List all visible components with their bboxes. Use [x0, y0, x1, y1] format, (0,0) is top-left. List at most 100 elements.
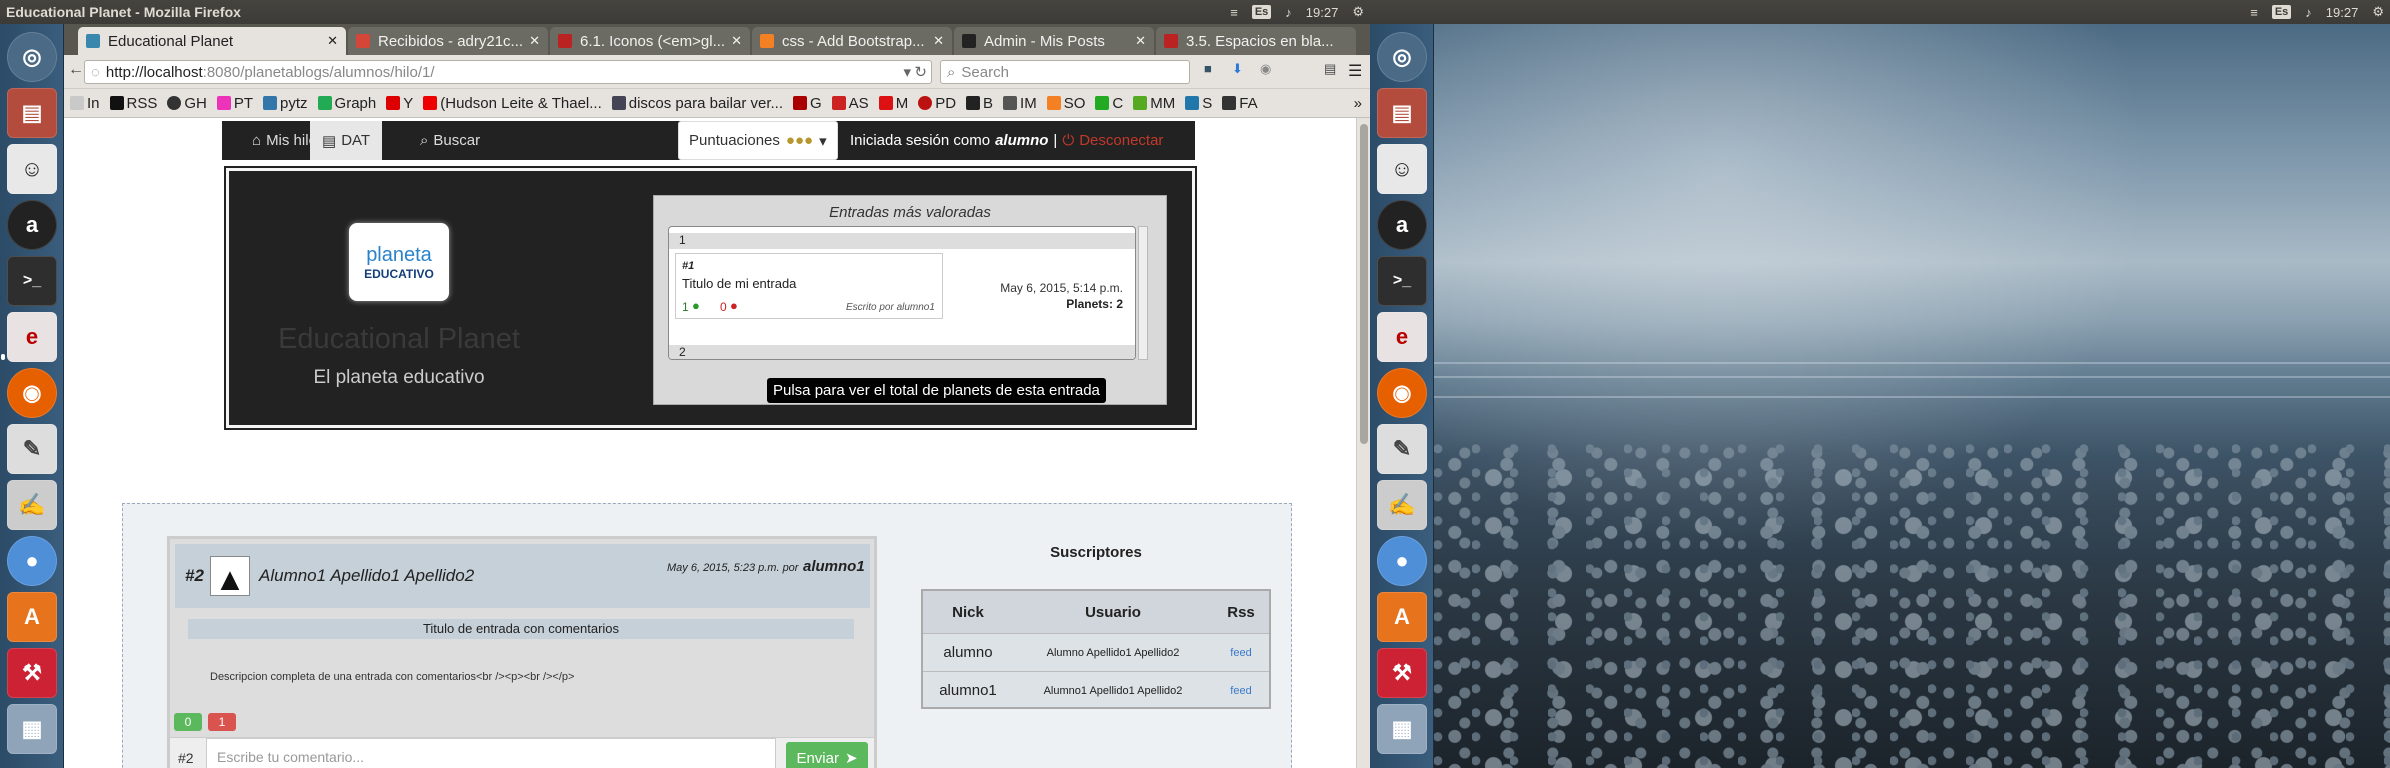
- url-bar[interactable]: ◌ http://localhost:8080/planetablogs/alu…: [84, 60, 932, 84]
- search-input[interactable]: ⌕ Search: [940, 60, 1190, 84]
- top-panel-right: ≡ Es ♪ 19:27 ⚙: [1370, 0, 2390, 24]
- bookmark-item[interactable]: B: [966, 95, 993, 112]
- thumbs-down-icon[interactable]: ●: [730, 298, 738, 313]
- back-arrow-icon[interactable]: ←: [68, 61, 84, 79]
- workspaces-icon[interactable]: ▦: [7, 704, 57, 754]
- tab-espacios[interactable]: 3.5. Espacios en bla...: [1156, 27, 1356, 55]
- text-editor-icon[interactable]: ✍: [1377, 480, 1427, 530]
- navigation-bar: ← ◌ http://localhost:8080/planetablogs/a…: [64, 55, 1370, 89]
- bookmark-item[interactable]: PT: [216, 95, 253, 112]
- addon-icon[interactable]: ◉: [1260, 61, 1271, 77]
- tab-iconos[interactable]: 6.1. Iconos (<em>gl... ✕: [550, 27, 750, 55]
- tab-admin[interactable]: Admin - Mis Posts ✕: [954, 27, 1154, 55]
- scrollbar-thumb[interactable]: [1360, 124, 1368, 444]
- bookmark-star-icon[interactable]: ■: [1204, 61, 1212, 76]
- bookmark-item[interactable]: S: [1185, 95, 1212, 112]
- app-icon[interactable]: ☺: [1377, 144, 1427, 194]
- tab-gmail[interactable]: Recibidos - adry21c... ✕: [348, 27, 548, 55]
- terminal-icon[interactable]: >_: [1377, 256, 1427, 306]
- close-icon[interactable]: ✕: [1135, 33, 1146, 49]
- ubuntu-dash-icon[interactable]: ◎: [7, 32, 57, 82]
- gear-icon[interactable]: ⚙: [2372, 4, 2384, 20]
- chromium-icon[interactable]: ●: [7, 536, 57, 586]
- emacs-icon[interactable]: e: [1377, 312, 1427, 362]
- home-icon: ⌂: [252, 132, 262, 149]
- bookmark-item[interactable]: FA: [1222, 95, 1258, 112]
- text-editor-icon[interactable]: ✍: [7, 480, 57, 530]
- thumbs-up-icon[interactable]: ●: [692, 298, 700, 313]
- bookmark-item[interactable]: discos para bailar ver...: [611, 95, 783, 112]
- downloads-icon[interactable]: ⬇: [1232, 61, 1243, 77]
- firefox-icon[interactable]: ◉: [1377, 368, 1427, 418]
- top-entries-scrollbar[interactable]: [1138, 226, 1148, 360]
- volume-icon[interactable]: ♪: [2305, 5, 2312, 20]
- files-icon[interactable]: ▤: [1377, 88, 1427, 138]
- tab-stackoverflow[interactable]: css - Add Bootstrap... ✕: [752, 27, 952, 55]
- gedit-icon[interactable]: ✎: [7, 424, 57, 474]
- top-entries-list: 1 #1 Titulo de mi entrada 1 ● 0 ● Escrit…: [668, 226, 1136, 360]
- chromium-icon[interactable]: ●: [1377, 536, 1427, 586]
- bookmark-list-icon[interactable]: ▤: [1324, 61, 1336, 77]
- bookmark-item[interactable]: RSS: [109, 95, 157, 112]
- tools-icon[interactable]: ⚒: [1377, 648, 1427, 698]
- entry-card[interactable]: #1 Titulo de mi entrada 1 ● 0 ● Escrito …: [675, 253, 943, 319]
- bookmark-item[interactable]: SO: [1046, 95, 1085, 112]
- ubuntu-dash-icon[interactable]: ◎: [1377, 32, 1427, 82]
- firefox-icon[interactable]: ◉: [7, 368, 57, 418]
- bookmark-item[interactable]: PD: [918, 95, 956, 112]
- software-center-icon[interactable]: A: [1377, 592, 1427, 642]
- software-center-icon[interactable]: A: [7, 592, 57, 642]
- bookmark-item[interactable]: Y: [386, 95, 413, 112]
- bookmark-item[interactable]: pytz: [263, 95, 308, 112]
- bookmark-item[interactable]: C: [1095, 95, 1123, 112]
- bookmark-item[interactable]: In: [70, 95, 100, 112]
- chevron-right-icon[interactable]: »: [1354, 95, 1362, 112]
- close-icon[interactable]: ✕: [529, 33, 540, 49]
- feed-link[interactable]: feed: [1213, 647, 1269, 659]
- nav-dat[interactable]: ▤ DAT: [310, 121, 383, 160]
- firefox-window: Educational Planet ✕ Recibidos - adry21c…: [64, 24, 1370, 768]
- bookmark-item[interactable]: MM: [1133, 95, 1175, 112]
- bookmark-item[interactable]: Graph: [317, 95, 376, 112]
- volume-icon[interactable]: ♪: [1285, 5, 1292, 20]
- app-icon[interactable]: ☺: [7, 144, 57, 194]
- send-comment-button[interactable]: Enviar ➤: [786, 742, 868, 768]
- post-dislike-button[interactable]: 1: [208, 713, 236, 731]
- menu-icon[interactable]: ☰: [1348, 61, 1362, 81]
- gedit-icon[interactable]: ✎: [1377, 424, 1427, 474]
- keyboard-layout-indicator[interactable]: Es: [2271, 5, 2292, 19]
- gear-icon[interactable]: ⚙: [1352, 4, 1364, 20]
- wifi-icon[interactable]: ≡: [2250, 5, 2258, 20]
- bookmark-item[interactable]: G: [793, 95, 822, 112]
- dropdown-arrow-icon[interactable]: ▾: [903, 63, 911, 81]
- emacs-icon[interactable]: e: [7, 312, 57, 362]
- amazon-icon[interactable]: a: [7, 200, 57, 250]
- post-author[interactable]: alumno1: [803, 558, 865, 575]
- page-scrollbar[interactable]: [1356, 118, 1370, 768]
- bookmark-item[interactable]: AS: [831, 95, 869, 112]
- terminal-icon[interactable]: >_: [7, 256, 57, 306]
- feed-link[interactable]: feed: [1213, 685, 1269, 697]
- reload-icon[interactable]: ↻: [914, 63, 927, 81]
- close-icon[interactable]: ✕: [327, 33, 338, 49]
- comment-input[interactable]: Escribe tu comentario...: [206, 738, 776, 768]
- files-icon[interactable]: ▤: [7, 88, 57, 138]
- nav-buscar[interactable]: ⌕ Buscar: [420, 121, 480, 160]
- amazon-icon[interactable]: a: [1377, 200, 1427, 250]
- bookmark-item[interactable]: (Hudson Leite & Thael...: [423, 95, 602, 112]
- post-like-button[interactable]: 0: [174, 713, 202, 731]
- tools-icon[interactable]: ⚒: [7, 648, 57, 698]
- clock[interactable]: 19:27: [1306, 5, 1339, 20]
- tab-educational-planet[interactable]: Educational Planet ✕: [78, 27, 346, 55]
- logout-link[interactable]: Desconectar: [1079, 132, 1163, 149]
- clock[interactable]: 19:27: [2326, 5, 2359, 20]
- bookmark-item[interactable]: IM: [1003, 95, 1037, 112]
- puntuaciones-dropdown[interactable]: Puntuaciones ●●● ▾: [678, 121, 838, 160]
- workspaces-icon[interactable]: ▦: [1377, 704, 1427, 754]
- wifi-icon[interactable]: ≡: [1230, 5, 1238, 20]
- bookmark-item[interactable]: GH: [167, 95, 207, 112]
- keyboard-layout-indicator[interactable]: Es: [1251, 5, 1272, 19]
- bookmark-item[interactable]: M: [878, 95, 908, 112]
- close-icon[interactable]: ✕: [731, 33, 742, 49]
- close-icon[interactable]: ✕: [933, 33, 944, 49]
